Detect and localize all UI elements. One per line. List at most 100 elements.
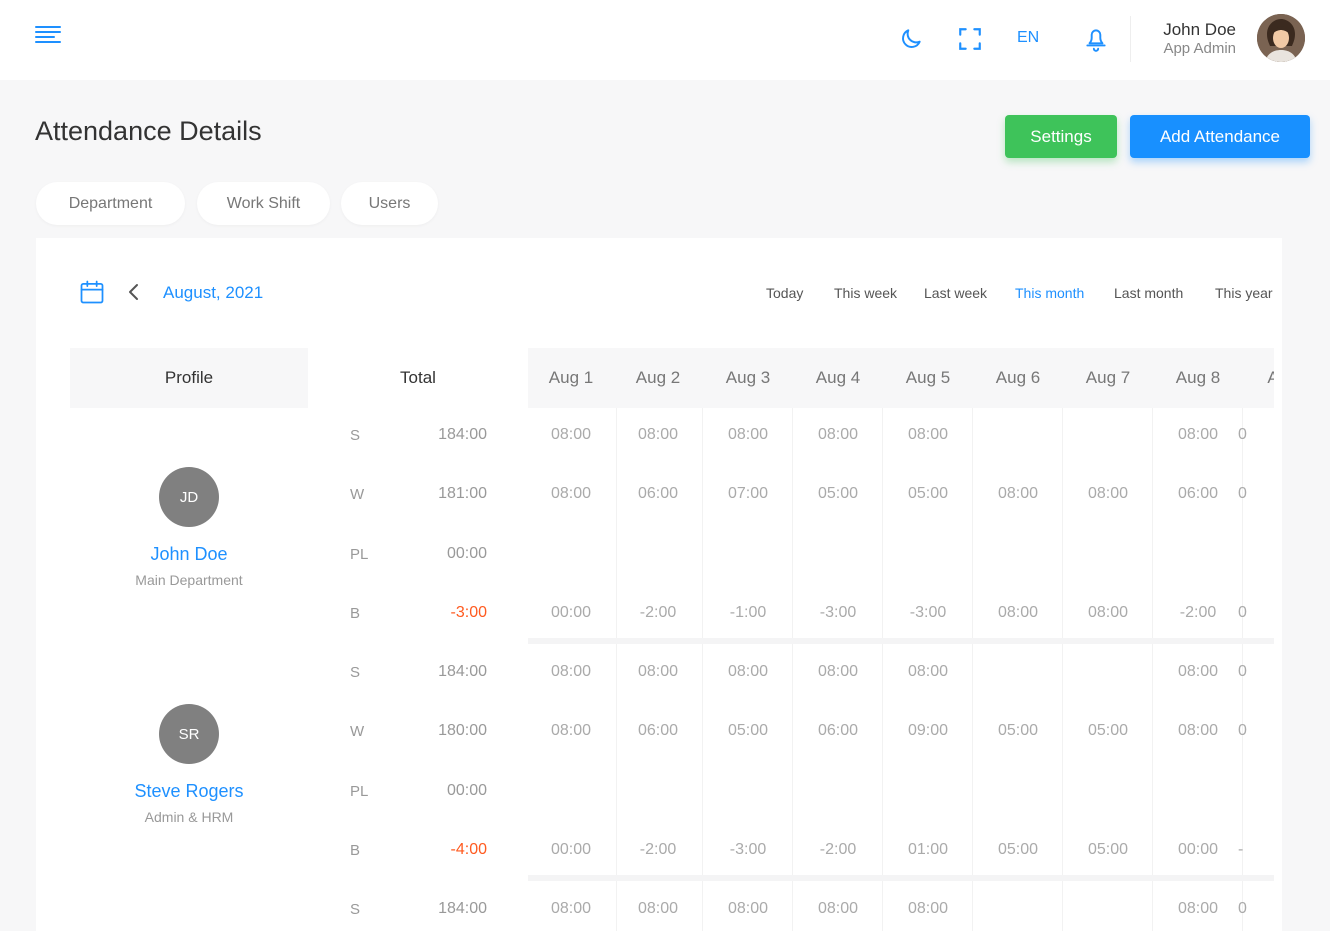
day-header: Aug 7 [1085, 368, 1131, 387]
attendance-cell: 08:00 [550, 900, 592, 917]
attendance-cell: 08:00 [727, 663, 769, 680]
attendance-cell: 05:00 [817, 485, 859, 502]
attendance-cell: 08:00 [997, 485, 1039, 502]
attendance-cell: 00:00 [550, 604, 592, 621]
attendance-cell: 08:00 [817, 663, 859, 680]
row-total: 00:00 [446, 545, 487, 562]
attendance-cell: -2:00 [639, 604, 677, 621]
attendance-cell: 07:00 [727, 485, 769, 502]
period-this-month[interactable]: This month [1015, 285, 1084, 301]
day-header: Aug 5 [905, 368, 951, 387]
moon-icon[interactable] [895, 22, 927, 56]
attendance-cell: 08:00 [550, 485, 592, 502]
attendance-cell: -3:00 [819, 604, 857, 621]
attendance-cell: 0 [1238, 426, 1247, 443]
bell-icon[interactable] [1080, 22, 1112, 56]
calendar-icon[interactable] [78, 278, 106, 306]
row-type-label: W [350, 723, 365, 740]
row-type-label: S [350, 901, 361, 918]
row-total: 184:00 [438, 663, 487, 680]
day-header: A [1267, 368, 1274, 387]
language-selector[interactable]: EN [1017, 29, 1039, 47]
attendance-cell: 08:00 [1087, 604, 1129, 621]
attendance-cell: 06:00 [637, 722, 679, 739]
month-label[interactable]: August, 2021 [163, 283, 263, 303]
period-today[interactable]: Today [766, 285, 803, 301]
row-type-label: S [350, 664, 361, 681]
period-this-week[interactable]: This week [834, 285, 897, 301]
grid-line [1062, 882, 1063, 931]
chevron-left-icon[interactable] [124, 280, 144, 304]
day-header: Aug 6 [995, 368, 1041, 387]
row-total: -4:00 [450, 841, 487, 858]
fullscreen-icon[interactable] [954, 22, 986, 56]
attendance-cell: 06:00 [817, 722, 859, 739]
attendance-cell: 0 [1238, 604, 1247, 621]
settings-button[interactable]: Settings [1005, 115, 1117, 158]
filter-work-shift[interactable]: Work Shift [197, 182, 330, 225]
day-header: Aug 1 [548, 368, 594, 387]
filter-department[interactable]: Department [36, 182, 185, 225]
attendance-cell: -2:00 [639, 841, 677, 858]
day-header: Aug 4 [815, 368, 861, 387]
attendance-cell: 08:00 [907, 900, 949, 917]
attendance-cell: 08:00 [817, 900, 859, 917]
attendance-cell: 08:00 [637, 900, 679, 917]
row-separator [528, 875, 1274, 881]
attendance-cell: 08:00 [1087, 485, 1129, 502]
period-this-year[interactable]: This year [1215, 285, 1273, 301]
attendance-cell: 01:00 [907, 841, 949, 858]
row-type-label: B [350, 605, 361, 622]
attendance-cell: 08:00 [907, 426, 949, 443]
attendance-cell: 0 [1238, 722, 1247, 739]
attendance-cell: 05:00 [1087, 722, 1129, 739]
filter-users[interactable]: Users [341, 182, 438, 225]
attendance-cell: 08:00 [550, 426, 592, 443]
attendance-cell: 0 [1238, 485, 1247, 502]
attendance-cell: 06:00 [637, 485, 679, 502]
topbar-divider [1130, 16, 1131, 62]
row-total: -3:00 [450, 604, 487, 621]
menu-icon[interactable] [35, 26, 63, 50]
user-profile: JD John Doe Main Department [70, 467, 308, 588]
row-total: 00:00 [446, 782, 487, 799]
attendance-cell: 0 [1238, 663, 1247, 680]
user-avatar[interactable] [1257, 14, 1305, 62]
user-initials-avatar: JD [159, 467, 219, 527]
row-total: 180:00 [438, 722, 487, 739]
row-total: 184:00 [438, 426, 487, 443]
add-attendance-button[interactable]: Add Attendance [1130, 115, 1310, 158]
period-last-month[interactable]: Last month [1114, 285, 1183, 301]
user-name[interactable]: John Doe [1163, 20, 1236, 40]
row-type-label: PL [350, 546, 369, 563]
total-header: Total [400, 368, 436, 387]
user-profile-name[interactable]: Steve Rogers [70, 781, 308, 802]
day-headers: Aug 1 Aug 2 Aug 3 Aug 4 Aug 5 Aug 6 Aug 7 Aug 8… [528, 348, 1274, 408]
attendance-cell: 08:00 [907, 663, 949, 680]
attendance-cell: 08:00 [817, 426, 859, 443]
attendance-cell: 08:00 [550, 722, 592, 739]
user-department: Main Department [135, 572, 243, 588]
attendance-cell: 05:00 [997, 841, 1039, 858]
user-profile-name[interactable]: John Doe [70, 544, 308, 565]
attendance-cell: 05:00 [727, 722, 769, 739]
period-last-week[interactable]: Last week [924, 285, 987, 301]
attendance-cell: 09:00 [907, 722, 949, 739]
attendance-cell: 05:00 [997, 722, 1039, 739]
day-header: Aug 3 [725, 368, 771, 387]
attendance-cell: 08:00 [550, 663, 592, 680]
page-title: Attendance Details [35, 116, 262, 146]
attendance-cell: 05:00 [1087, 841, 1129, 858]
attendance-cell: 05:00 [907, 485, 949, 502]
profile-header: Profile [70, 348, 308, 408]
attendance-cell: 08:00 [997, 604, 1039, 621]
attendance-cell: -2:00 [819, 841, 857, 858]
user-role: App Admin [1163, 40, 1236, 57]
attendance-cell: 0 [1238, 900, 1247, 917]
row-total: 184:00 [438, 900, 487, 917]
row-type-label: W [350, 486, 365, 503]
day-header: Aug 2 [635, 368, 681, 387]
attendance-cell: 08:00 [727, 426, 769, 443]
attendance-cell: 08:00 [637, 663, 679, 680]
top-bar: EN John Doe App Admin [0, 0, 1330, 80]
